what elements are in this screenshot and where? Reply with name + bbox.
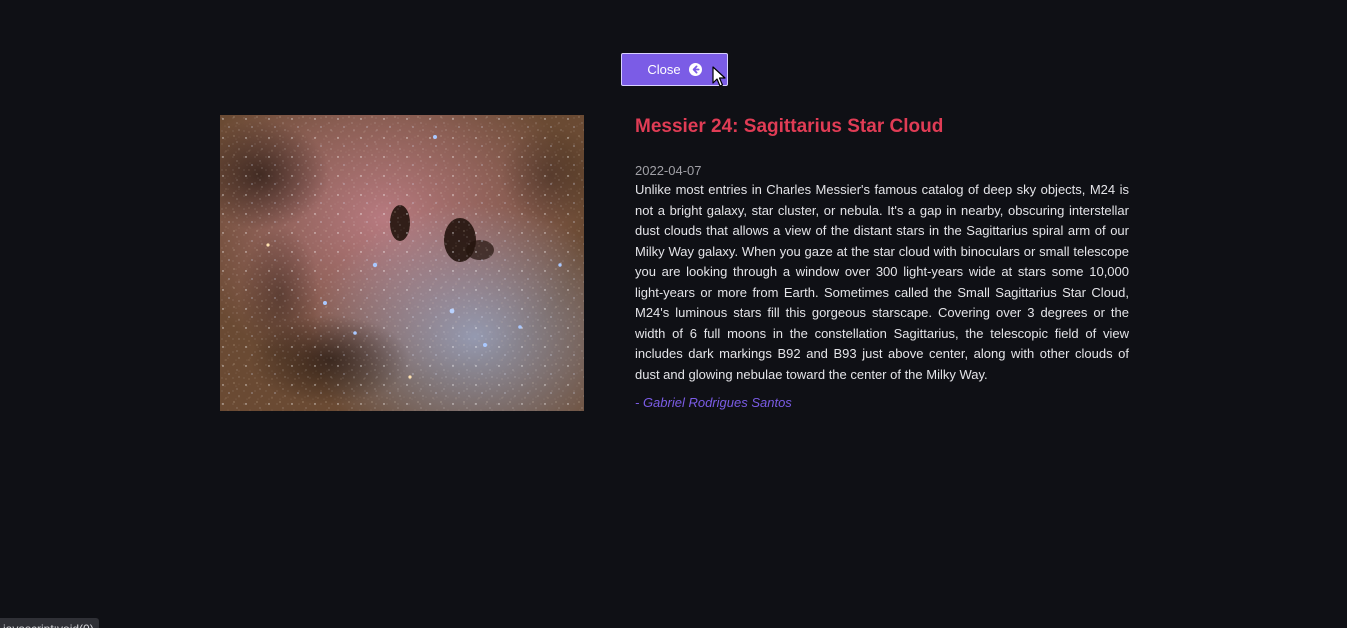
apod-date: 2022-04-07: [635, 163, 702, 178]
apod-author: - Gabriel Rodrigues Santos: [635, 395, 792, 410]
mouse-cursor-icon: [712, 66, 726, 87]
status-bar-url: javascript:void(0): [0, 618, 99, 628]
apod-detail-page: Close Messier 24: Sagittarius Star Cloud…: [0, 0, 1347, 628]
apod-explanation: Unlike most entries in Charles Messier's…: [635, 182, 1129, 382]
apod-image: [220, 115, 584, 411]
apod-content: Messier 24: Sagittarius Star Cloud 2022-…: [635, 115, 1129, 410]
close-button-label: Close: [647, 62, 681, 77]
apod-title: Messier 24: Sagittarius Star Cloud: [635, 116, 944, 137]
arrow-left-circle-icon: [688, 63, 702, 76]
